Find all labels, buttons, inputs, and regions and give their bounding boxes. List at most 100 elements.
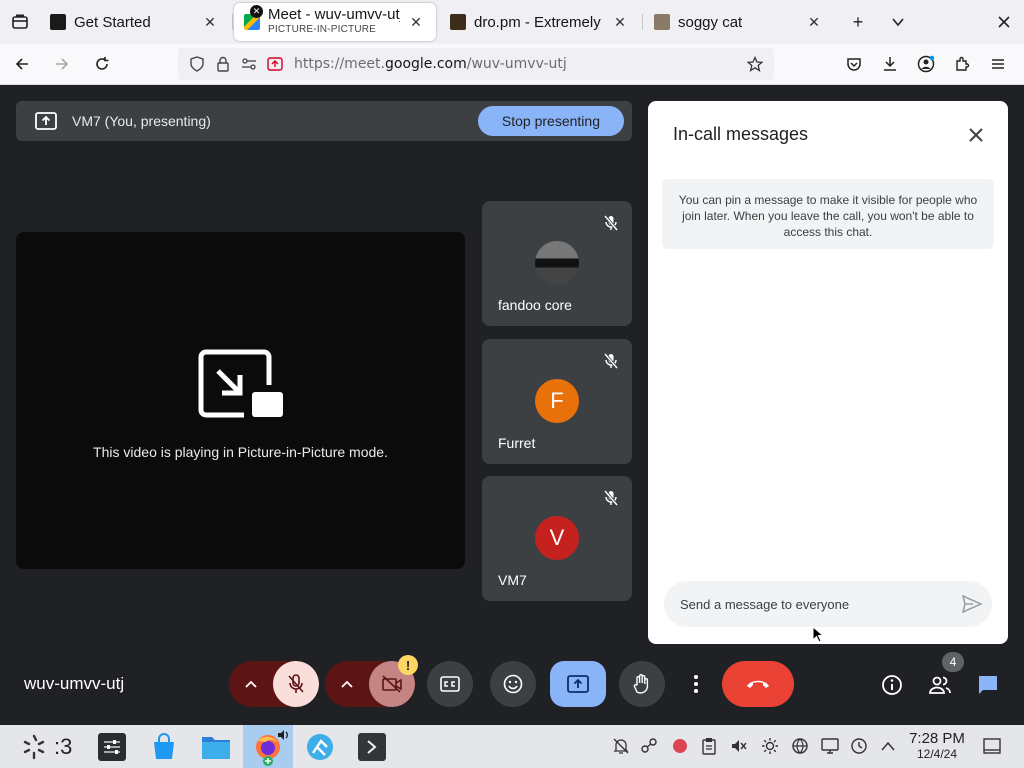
account-icon (917, 55, 935, 73)
terminal-button[interactable] (354, 729, 390, 765)
more-options-button[interactable] (682, 661, 710, 707)
system-clock[interactable]: 7:28 PM 12/4/24 (900, 730, 974, 761)
extensions-button[interactable] (944, 48, 980, 80)
brightness-icon[interactable] (760, 736, 780, 756)
videocam-off-icon (382, 675, 402, 693)
volume-muted-icon[interactable] (729, 736, 749, 756)
soggy-cat-favicon (654, 14, 670, 30)
folder-icon (202, 737, 230, 759)
close-icon[interactable]: ✕ (804, 14, 824, 31)
display-icon[interactable] (820, 736, 840, 756)
address-bar[interactable]: https://meet.google.com/wuv-umvv-utj (178, 48, 774, 80)
microphone-control-group (229, 661, 319, 707)
mic-off-icon (603, 490, 619, 511)
pocket-button[interactable] (836, 48, 872, 80)
chat-message-input[interactable]: Send a message to everyone (664, 581, 992, 627)
reactions-button[interactable] (490, 661, 536, 707)
screen-recording-icon[interactable] (670, 736, 690, 756)
info-icon (882, 675, 902, 695)
pocket-icon (847, 58, 861, 71)
toolbar-right (836, 48, 1016, 80)
puzzle-icon (956, 56, 970, 71)
list-all-tabs-button[interactable] (0, 0, 40, 44)
get-started-favicon (50, 14, 66, 30)
participant-tile[interactable]: V VM7 (482, 476, 632, 601)
tab-dro-pm[interactable]: dro.pm - Extremely Sh ✕ (440, 4, 643, 40)
people-count-badge: 4 (942, 652, 964, 672)
close-window-button[interactable] (984, 0, 1024, 44)
back-button[interactable] (4, 48, 40, 80)
picture-in-picture-icon (198, 349, 284, 424)
chat-title: In-call messages (673, 124, 809, 144)
in-call-messages-panel: In-call messages You can pin a message t… (648, 101, 1008, 644)
leave-call-button[interactable] (722, 661, 794, 707)
clipboard-icon[interactable] (699, 736, 719, 756)
system-settings-button[interactable] (94, 729, 130, 765)
chevron-up-icon (341, 680, 353, 688)
forward-button[interactable] (44, 48, 80, 80)
account-button[interactable] (908, 48, 944, 80)
tab-soggy-cat[interactable]: soggy cat ✕ (644, 4, 834, 40)
pip-placeholder: This video is playing in Picture-in-Pict… (16, 232, 465, 569)
close-icon[interactable]: ✕ (610, 14, 630, 31)
screen-share-indicator-icon[interactable] (262, 51, 288, 77)
close-icon (998, 16, 1010, 28)
participant-tile[interactable]: F Furret (482, 339, 632, 464)
url-domain: google.com (385, 56, 467, 72)
remote-desktop-button[interactable] (302, 729, 338, 765)
close-chat-button[interactable] (962, 121, 990, 149)
downloads-button[interactable] (872, 48, 908, 80)
file-manager-button[interactable] (198, 729, 234, 765)
meet-favicon: ✕ (244, 5, 263, 30)
updates-icon[interactable] (849, 736, 869, 756)
participant-tile[interactable]: fandoo core (482, 201, 632, 326)
clock-time: 7:28 PM (909, 730, 965, 747)
meet-call-area: VM7 (You, presenting) Stop presenting Th… (0, 85, 1024, 725)
tracking-protection-icon[interactable] (184, 51, 210, 77)
camera-warning-icon[interactable]: ! (398, 655, 418, 675)
tab-meet[interactable]: ✕ Meet - wuv-umvv-utj PICTURE-IN-PICTURE… (234, 3, 436, 41)
permissions-icon[interactable] (236, 51, 262, 77)
bookmark-star-icon[interactable] (742, 51, 768, 77)
network-icon[interactable] (790, 736, 810, 756)
presenting-banner: VM7 (You, presenting) Stop presenting (16, 101, 632, 141)
navigation-toolbar: https://meet.google.com/wuv-umvv-utj (0, 44, 1024, 85)
meeting-details-button[interactable] (872, 665, 912, 705)
close-icon (969, 128, 983, 142)
close-icon[interactable]: ✕ (200, 14, 220, 31)
reload-button[interactable] (84, 48, 120, 80)
software-center-button[interactable] (146, 729, 182, 765)
tab-meet-text: Meet - wuv-umvv-utj PICTURE-IN-PICTURE (268, 7, 400, 35)
taskbar-label: :3 (54, 734, 73, 759)
video-settings-button[interactable] (325, 661, 369, 707)
krdc-icon (307, 734, 333, 760)
notifications-off-icon[interactable] (611, 736, 631, 756)
captions-button[interactable] (427, 661, 473, 707)
url-text: https://meet.google.com/wuv-umvv-utj (294, 56, 567, 72)
firefox-taskbar-button[interactable] (243, 725, 293, 768)
avatar (535, 241, 579, 285)
hand-icon (633, 674, 649, 694)
new-tab-button[interactable]: + (838, 0, 878, 44)
stop-presenting-button[interactable]: Stop presenting (477, 106, 624, 136)
app-launcher-button[interactable] (16, 729, 52, 765)
audio-settings-button[interactable] (229, 661, 273, 707)
arrow-right-icon (56, 58, 69, 70)
kde-connect-icon[interactable] (639, 736, 659, 756)
close-icon[interactable]: ✕ (406, 14, 426, 31)
closed-captions-icon (440, 676, 460, 692)
raise-hand-button[interactable] (619, 661, 665, 707)
menu-button[interactable] (980, 48, 1016, 80)
present-now-button[interactable] (550, 661, 606, 707)
tab-get-started[interactable]: Get Started ✕ (40, 4, 233, 40)
microphone-toggle-button[interactable] (273, 661, 319, 707)
tab-overflow-button[interactable] (878, 0, 918, 44)
show-desktop-button[interactable] (982, 736, 1002, 756)
send-button[interactable] (952, 595, 992, 613)
chat-button[interactable] (968, 665, 1008, 705)
participant-name: VM7 (498, 572, 527, 588)
show-hidden-icons-button[interactable] (878, 736, 898, 756)
lock-icon[interactable] (210, 51, 236, 77)
avatar: V (535, 516, 579, 560)
avatar: F (535, 379, 579, 423)
